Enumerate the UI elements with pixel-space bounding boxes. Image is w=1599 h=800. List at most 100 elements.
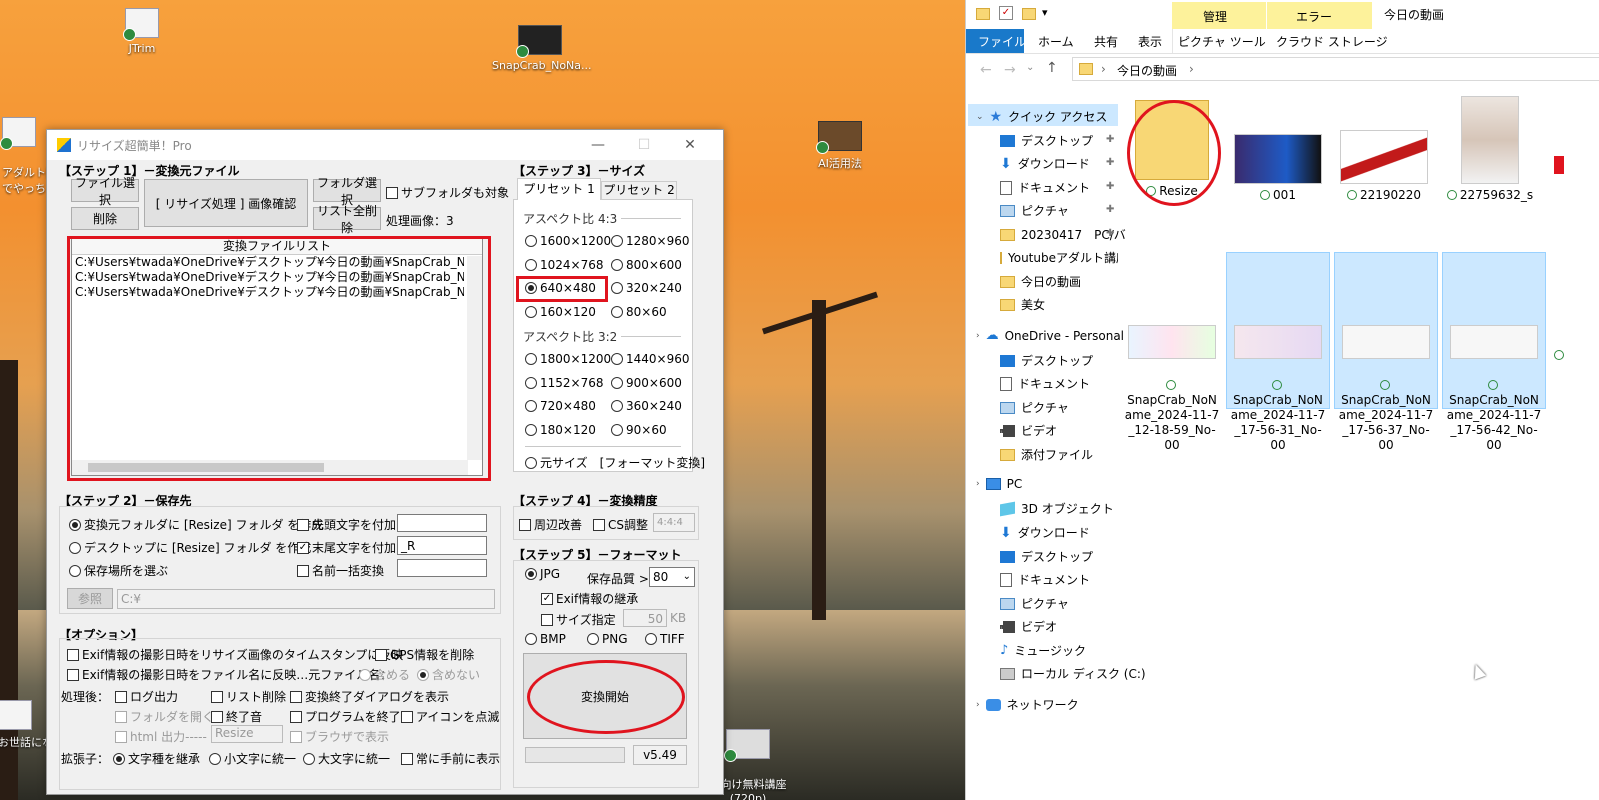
exif-keep-checkbox[interactable]: ✓ Exif情報の継承 [541, 590, 638, 607]
ext-keep-radio[interactable]: 文字種を継承 [113, 750, 200, 767]
nav-item[interactable]: 添付ファイル [1000, 446, 1093, 463]
nav-item[interactable]: ピクチャ [1000, 595, 1069, 612]
nav-item[interactable]: デスクトップ [1000, 132, 1093, 149]
radio-dot[interactable] [69, 518, 81, 531]
checkbox-box[interactable] [297, 564, 309, 577]
size-radio[interactable]: 1280×960 [611, 234, 690, 248]
size-radio[interactable]: 80×60 [611, 305, 667, 319]
address-bar[interactable]: › 今日の動画 › [1072, 57, 1599, 81]
radio-dot[interactable] [645, 633, 657, 645]
radio-dot[interactable] [525, 306, 537, 318]
save-option-source-folder[interactable]: 変換元フォルダに [Resize] フォルダ を作成 [69, 516, 323, 533]
checkbox-box[interactable] [67, 668, 79, 681]
back-arrow-icon[interactable]: ← [980, 62, 992, 78]
desktop-icon-jtrim[interactable]: JTrim [94, 8, 190, 55]
exif-filename-checkbox[interactable]: Exif情報の撮影日時をファイル名に反映…元ファイル名： [67, 666, 392, 683]
radio-dot[interactable] [69, 564, 81, 577]
radio-dot[interactable] [525, 456, 537, 469]
tab-preset-2[interactable]: プリセット 2 [601, 181, 677, 200]
checkbox-box[interactable] [211, 710, 223, 723]
size-radio[interactable]: 800×600 [611, 258, 682, 272]
properties-icon[interactable]: ✓ [999, 6, 1013, 20]
log-output-checkbox[interactable]: ログ出力 [115, 688, 178, 705]
new-folder-icon[interactable] [1022, 8, 1036, 20]
radio-dot[interactable] [587, 633, 599, 645]
desktop-icon-snapcrab[interactable]: SnapCrab_NoNa... [492, 25, 592, 72]
radio-dot[interactable] [525, 353, 537, 365]
size-radio[interactable]: 180×120 [525, 423, 596, 437]
tab-file[interactable]: ファイル [978, 33, 1026, 50]
gps-delete-checkbox[interactable]: GPS情報を削除 [375, 646, 474, 663]
checkbox-box[interactable] [401, 710, 413, 723]
size-radio[interactable]: 1800×1200 [525, 352, 611, 366]
nav-item[interactable]: ドキュメント [1000, 571, 1090, 588]
nav-item[interactable]: ローカル ディスク (C:) [1000, 665, 1146, 682]
checkbox-box[interactable] [115, 730, 127, 743]
nav-item[interactable]: ビデオ [1000, 618, 1057, 635]
radio-dot[interactable] [611, 306, 623, 318]
browse-button[interactable]: 参照 [67, 588, 113, 609]
checkbox-box[interactable] [290, 710, 302, 723]
save-option-desktop[interactable]: デスクトップに [Resize] フォルダ を作成 [69, 539, 311, 556]
checkbox-box[interactable] [67, 648, 79, 661]
tab-error[interactable]: エラー [1296, 8, 1332, 25]
checkbox-box[interactable] [386, 186, 398, 199]
checkbox-box[interactable] [297, 518, 309, 531]
resize-confirm-button[interactable]: [ リサイズ処理 ] 画像確認 [144, 179, 308, 227]
suffix-checkbox[interactable]: ✓ 末尾文字を付加 [297, 539, 396, 556]
checkbox-box[interactable] [290, 690, 302, 703]
end-program-checkbox[interactable]: プログラムを終了 [290, 708, 401, 725]
suffix-input[interactable]: _R [397, 536, 487, 555]
file-item[interactable]: 22759632_s [1440, 96, 1540, 203]
minimize-button[interactable]: — [575, 130, 621, 160]
size-radio[interactable]: 320×240 [611, 281, 682, 295]
size-value-input[interactable]: 50 [623, 609, 667, 627]
prefix-input[interactable] [397, 514, 487, 532]
radio-dot[interactable] [611, 377, 623, 389]
size-radio[interactable]: 1440×960 [611, 352, 690, 366]
tiff-radio[interactable]: TIFF [645, 632, 685, 646]
subfolder-checkbox[interactable]: サブフォルダも対象 [386, 184, 509, 201]
size-radio[interactable]: 900×600 [611, 376, 682, 390]
bmp-radio[interactable]: BMP [525, 632, 566, 646]
radio-dot[interactable] [611, 353, 623, 365]
nav-item[interactable]: ♪ ミュージック [1000, 642, 1086, 659]
forward-arrow-icon[interactable]: → [1004, 62, 1016, 78]
tab-view[interactable]: 表示 [1138, 33, 1162, 50]
file-select-button[interactable]: ファイル選択 [71, 176, 139, 207]
nav-item[interactable]: 今日の動画 [1000, 273, 1081, 290]
blink-icon-checkbox[interactable]: アイコンを点滅 [401, 708, 499, 725]
address-path[interactable]: 今日の動画 [1117, 62, 1177, 79]
checkbox-box[interactable] [401, 752, 413, 765]
original-size-radio[interactable]: 元サイズ [フォーマット変換] [525, 454, 705, 471]
checkbox-box[interactable]: ✓ [541, 592, 553, 605]
size-radio[interactable]: 160×120 [525, 305, 596, 319]
cs-adjust-checkbox[interactable]: CS調整 [593, 516, 648, 533]
nav-quick-access[interactable]: ⌄ ★ クイック アクセス [976, 108, 1107, 125]
tab-cloud-storage[interactable]: クラウド ストレージ [1276, 33, 1388, 50]
radio-dot[interactable] [525, 424, 537, 436]
tab-manage[interactable]: 管理 [1203, 8, 1227, 25]
file-item[interactable]: 22190220 [1334, 130, 1434, 203]
qat-dropdown-icon[interactable]: ▾ [1042, 6, 1048, 19]
checkbox-box[interactable]: ✓ [297, 541, 309, 554]
radio-dot[interactable] [611, 259, 623, 271]
file-item[interactable]: SnapCrab_NoN ame_2024-11-7 _17-56-42_No-… [1444, 310, 1544, 468]
radio-dot[interactable] [359, 668, 371, 681]
png-radio[interactable]: PNG [587, 632, 628, 646]
nav-item[interactable]: ピクチャ [1000, 202, 1069, 219]
exif-timestamp-checkbox[interactable]: Exif情報の撮影日時をリサイズ画像のタイムスタンプに反映 [67, 646, 403, 663]
checkbox-box[interactable] [375, 648, 387, 661]
nav-item[interactable]: ピクチャ [1000, 399, 1069, 416]
cs-value-select[interactable]: 4:4:4 [653, 513, 695, 532]
checkbox-box[interactable] [115, 690, 127, 703]
file-item[interactable]: SnapCrab_NoN ame_2024-11-7 _17-56-37_No-… [1336, 310, 1436, 468]
size-radio[interactable]: 1152×768 [525, 376, 604, 390]
nav-item[interactable]: ドキュメント [1000, 179, 1090, 196]
list-delete-checkbox[interactable]: リスト削除 [211, 688, 286, 705]
edge-improve-checkbox[interactable]: 周辺改善 [519, 516, 582, 533]
filename-include-radio[interactable]: 含める [359, 666, 410, 683]
radio-dot[interactable] [303, 752, 315, 765]
ext-upper-radio[interactable]: 大文字に統一 [303, 750, 390, 767]
size-radio[interactable]: 360×240 [611, 399, 682, 413]
